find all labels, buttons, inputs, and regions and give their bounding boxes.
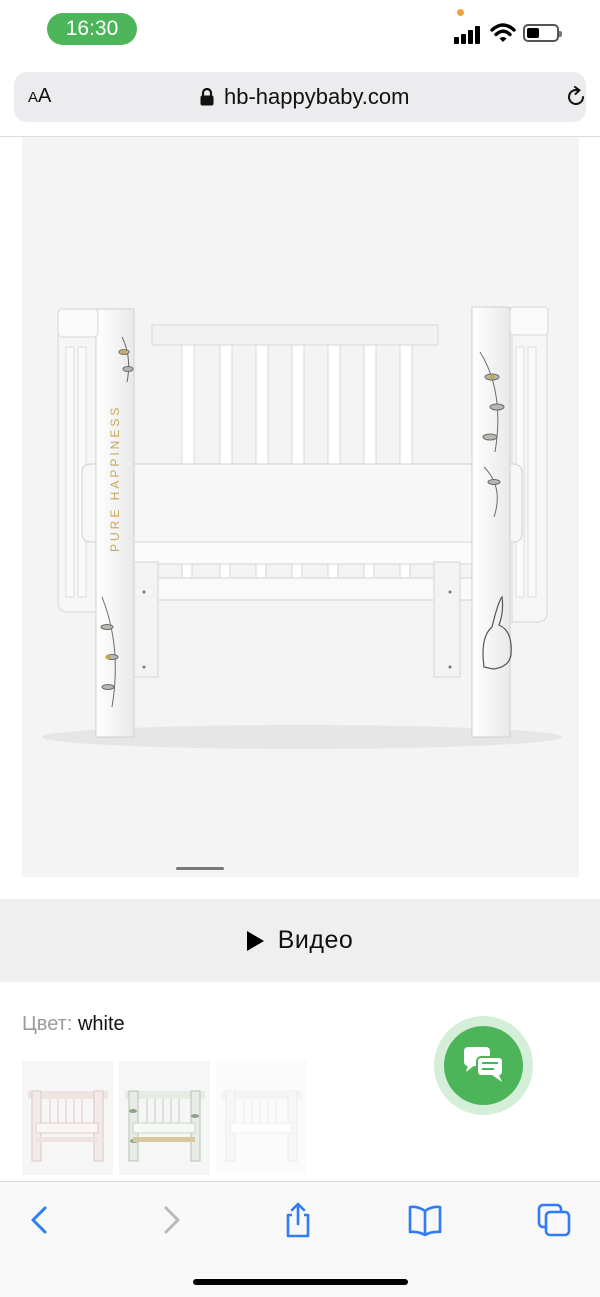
lock-icon <box>200 88 214 106</box>
privacy-indicator-dot <box>457 9 464 16</box>
cellular-signal-icon <box>454 26 482 44</box>
text-size-button[interactable]: AA <box>28 85 51 108</box>
video-label: Видео <box>277 926 354 954</box>
play-icon <box>246 930 264 951</box>
wifi-icon <box>490 23 516 42</box>
color-selector-label: Цвет: white <box>22 1013 125 1036</box>
thumbnail-crib-white <box>222 1090 302 1162</box>
chat-icon <box>464 1047 504 1082</box>
color-value: white <box>77 1013 125 1035</box>
home-indicator <box>193 1279 408 1285</box>
color-swatch-green[interactable] <box>119 1061 210 1175</box>
bookmarks-icon[interactable] <box>407 1202 443 1238</box>
gallery-page-indicator[interactable] <box>176 867 224 870</box>
video-button[interactable]: Видео <box>0 899 600 982</box>
tabs-icon[interactable] <box>536 1202 572 1238</box>
address-bar[interactable]: AA hb-happybaby.com <box>14 72 586 122</box>
color-swatch-pink[interactable] <box>22 1061 113 1175</box>
url-text[interactable]: hb-happybaby.com <box>224 84 410 110</box>
forward-icon[interactable] <box>153 1202 189 1238</box>
product-image-crib: PURE HAPPINESS <box>42 306 562 749</box>
product-image-gallery[interactable]: PURE HAPPINESS <box>22 137 579 877</box>
back-icon[interactable] <box>22 1202 58 1238</box>
battery-icon <box>523 24 562 42</box>
status-bar: 16:30 <box>0 0 600 60</box>
color-label: Цвет: <box>22 1013 73 1035</box>
share-icon[interactable] <box>280 1202 316 1238</box>
crib-print-text: PURE HAPPINESS <box>108 405 122 552</box>
status-time[interactable]: 16:30 <box>47 13 137 45</box>
thumbnail-crib-green <box>125 1090 205 1162</box>
reload-icon[interactable] <box>564 85 588 109</box>
color-swatch-white[interactable] <box>216 1061 307 1175</box>
chat-button[interactable] <box>444 1026 523 1105</box>
thumbnail-crib-pink <box>28 1090 108 1162</box>
